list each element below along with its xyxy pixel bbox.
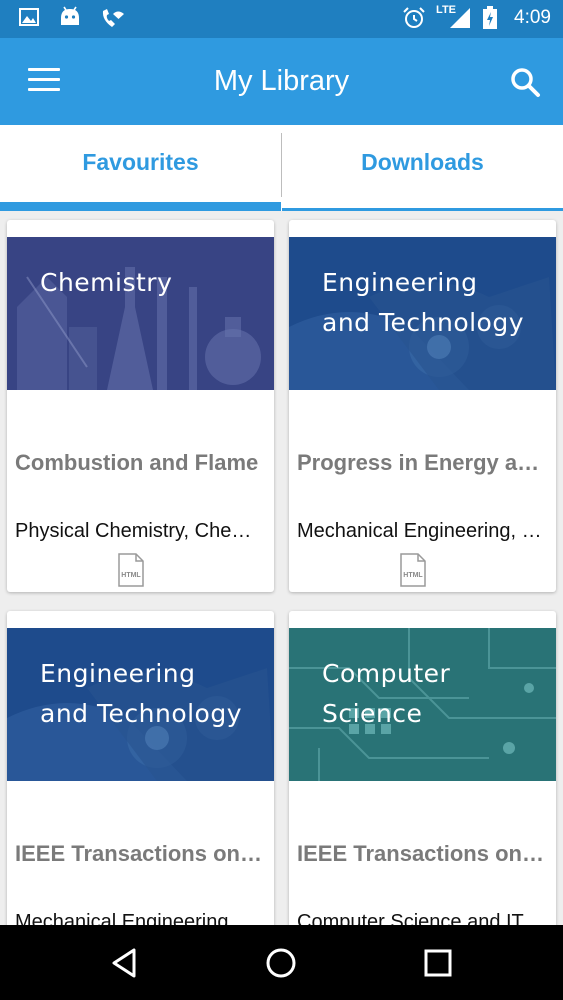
recents-icon[interactable] [420, 945, 456, 981]
library-card[interactable]: Engineering and Technology Progress in E… [289, 220, 556, 592]
card-title: IEEE Transactions on Industrial Electron… [15, 841, 267, 866]
card-title: IEEE Transactions on Computers [297, 841, 549, 866]
status-system-icons: LTE 4:09 [402, 4, 551, 30]
tab-favourites-label: Favourites [82, 149, 199, 175]
back-icon[interactable] [108, 945, 144, 981]
alarm-icon [403, 7, 425, 28]
library-card[interactable]: Engineering and Technology IEEE Transact… [7, 611, 274, 925]
html-file-icon[interactable]: HTML [399, 553, 427, 587]
card-subject: Mechanical Engineering, Energy [297, 520, 549, 542]
search-icon[interactable] [509, 66, 541, 98]
home-icon[interactable] [263, 945, 299, 981]
tab-bar: Favourites Downloads [0, 125, 563, 211]
card-subject: Physical Chemistry, Chemical Engineering [15, 520, 267, 542]
card-title: Combustion and Flame [15, 450, 259, 475]
card-cover-image: Engineering and Technology [7, 628, 274, 781]
image-icon [19, 8, 39, 26]
library-grid: Chemistry Combustion and Flame Physical … [0, 211, 563, 925]
tab-favourites-indicator [0, 202, 281, 211]
tab-downloads[interactable]: Downloads [282, 125, 563, 211]
card-cover-image: Chemistry [7, 237, 274, 390]
card-cover-label: Engineering and Technology [40, 659, 243, 728]
card-title: Progress in Energy and Combustion Scienc… [297, 450, 549, 475]
system-nav-bar [0, 925, 563, 1000]
android-icon [61, 6, 79, 25]
status-time: 4:09 [514, 7, 551, 28]
app-bar: My Library [0, 38, 563, 125]
card-subject: Computer Science and IT [297, 911, 524, 925]
tab-favourites[interactable]: Favourites [0, 125, 281, 211]
battery-icon [483, 6, 498, 29]
tab-downloads-label: Downloads [361, 149, 484, 175]
wifi-call-icon [102, 9, 124, 27]
network-type-label: LTE [436, 4, 457, 16]
html-file-label: HTML [403, 572, 423, 579]
html-file-label: HTML [121, 572, 141, 579]
status-bar: LTE 4:09 [0, 0, 563, 38]
page-title: My Library [213, 65, 350, 97]
card-cover-label: Computer Science [322, 659, 451, 728]
card-cover-image: Engineering and Technology [289, 237, 556, 390]
card-cover-image: Computer Science [289, 628, 556, 781]
library-card[interactable]: Chemistry Combustion and Flame Physical … [7, 220, 274, 592]
html-file-icon[interactable]: HTML [117, 553, 145, 587]
card-cover-label: Chemistry [40, 268, 173, 297]
card-cover-label: Engineering and Technology [322, 268, 525, 337]
card-subject: Mechanical Engineering, Electrical [15, 911, 267, 925]
status-notification-icons [18, 6, 126, 30]
library-card[interactable]: Computer Science IEEE Transactions on Co… [289, 611, 556, 925]
